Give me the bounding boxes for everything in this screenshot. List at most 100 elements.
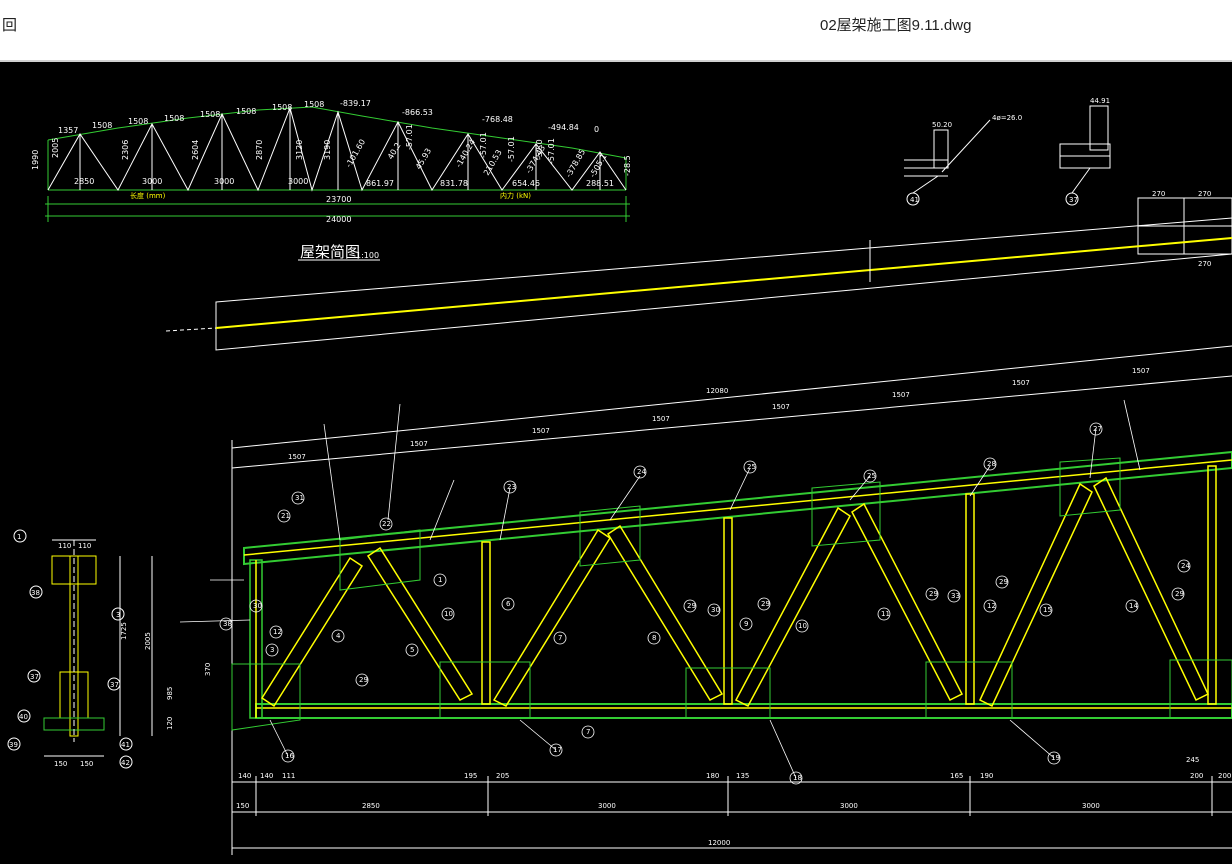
part-number: 1: [438, 576, 442, 584]
top-chord-dim: 1507: [410, 440, 428, 448]
ov-force-top: 0: [594, 125, 599, 134]
bottom-dim: 190: [980, 772, 993, 780]
column-height: 1725: [120, 622, 128, 640]
cad-canvas[interactable]: 1357 1508 1508 1508 1508 1508 1508 1508 …: [0, 62, 1232, 864]
part-number: 12: [273, 628, 282, 636]
ov-force-bottom: 654.46: [512, 179, 540, 188]
column-part: 38: [31, 589, 40, 597]
part-number: 23: [507, 483, 516, 491]
column-section: [7, 529, 153, 769]
part-number: 9: [744, 620, 748, 628]
top-chord-dim: 1507: [1132, 367, 1150, 375]
top-chord-dim: 1507: [772, 403, 790, 411]
ov-span-total: 24000: [326, 215, 351, 224]
detail-label: 270: [1152, 190, 1165, 198]
part-number: 30: [253, 602, 262, 610]
ov-top-dim: 1357: [58, 126, 78, 135]
ov-height: 3190: [323, 140, 332, 160]
part-number: 30: [711, 606, 720, 614]
ov-span-inner: 23700: [326, 195, 351, 204]
top-chord-dim: 1507: [892, 391, 910, 399]
bottom-dim: 140: [260, 772, 273, 780]
detail-label: 4ø=26.0: [992, 114, 1022, 122]
part-number: 28: [987, 460, 996, 468]
ov-left-caption: 长度 (mm): [130, 191, 166, 200]
panel-bottom-dim: 150: [236, 802, 249, 810]
detail-label: 41: [910, 196, 919, 204]
ov-top-dim: 1508: [92, 121, 112, 130]
ov-diag-force: -140.24: [454, 138, 477, 169]
part-number: 11: [881, 610, 890, 618]
ov-force-top: -768.48: [482, 115, 513, 124]
column-part: 42: [121, 759, 130, 767]
part-number: 27: [1093, 425, 1102, 433]
ov-force-top: -494.84: [548, 123, 579, 132]
ov-top-dim: 1508: [272, 103, 292, 112]
bottom-dim: 180: [706, 772, 719, 780]
bottom-dim: 200: [1190, 772, 1203, 780]
ov-force-top: -866.53: [402, 108, 433, 117]
part-number: 19: [1051, 754, 1060, 762]
bottom-dim: 195: [464, 772, 477, 780]
bottom-dim: 205: [496, 772, 509, 780]
ov-height: 1990: [31, 150, 40, 170]
ov-height: 2005: [51, 138, 60, 158]
ov-height: 2870: [255, 140, 264, 160]
panel-bottom-dim: 2850: [362, 802, 380, 810]
part-number: 21: [281, 512, 290, 520]
part-number: 4: [336, 632, 341, 640]
ov-diag-force: -57.01: [547, 138, 556, 164]
part-number: 29: [999, 578, 1008, 586]
part-number: 29: [359, 676, 368, 684]
ov-top-dim: 1508: [164, 114, 184, 123]
part-number: 7: [558, 634, 562, 642]
panel-bottom-dim: 3000: [1082, 802, 1100, 810]
column-dim: 150: [54, 760, 67, 768]
part-number: 10: [798, 622, 807, 630]
ov-panel-dim: 3000: [142, 177, 162, 186]
part-number: 14: [1129, 602, 1138, 610]
part-number: 25: [747, 463, 756, 471]
column-height: 120: [166, 717, 174, 730]
bottom-dim: 245: [1186, 756, 1199, 764]
part-number: 17: [553, 746, 562, 754]
ov-height: 2306: [121, 140, 130, 160]
ov-diag-force: -57.01: [405, 124, 414, 150]
back-button[interactable]: 回: [0, 14, 19, 35]
ov-diag-force: -57.01: [507, 136, 516, 162]
ov-height: 3120: [295, 140, 304, 160]
drawing-title: 屋架简图: [300, 243, 360, 261]
top-chord-strip: [165, 217, 1232, 351]
ov-force-top: -839.17: [340, 99, 371, 108]
part-number: 3: [270, 646, 274, 654]
part-number: 29: [761, 600, 770, 608]
part-number: 6: [506, 600, 511, 608]
column-part: 39: [9, 741, 18, 749]
part-number: 15: [1043, 606, 1052, 614]
ov-diag-force: -57.0: [535, 139, 544, 160]
part-number: 18: [793, 774, 802, 782]
ov-diag-force: -505.1: [588, 152, 609, 179]
detail-label: 37: [1069, 196, 1078, 204]
part-number: 5: [410, 646, 414, 654]
top-chord-dim: 1507: [1012, 379, 1030, 387]
part-number: 22: [382, 520, 391, 528]
part-number: 8: [652, 634, 656, 642]
detail-label: 50.20: [932, 121, 952, 129]
detail-label: 270: [1198, 190, 1211, 198]
part-number: 31: [295, 494, 304, 502]
column-dim: 110: [78, 542, 91, 550]
bottom-dim: 165: [950, 772, 963, 780]
part-number: 38: [223, 620, 232, 628]
ov-top-dim: 1508: [200, 110, 220, 119]
ov-height: 2604: [191, 140, 200, 160]
part-number: 7: [586, 728, 590, 736]
part-number: 10: [444, 610, 453, 618]
span-bottom-dim: 12000: [708, 839, 730, 847]
truss-drawing: 1357 1508 1508 1508 1508 1508 1508 1508 …: [7, 97, 1232, 855]
ov-top-dim: 1508: [128, 117, 148, 126]
ov-force-bottom: 831.78: [440, 179, 468, 188]
bottom-dim: 111: [282, 772, 295, 780]
bottom-dim: 135: [736, 772, 749, 780]
part-number: 16: [285, 752, 294, 760]
